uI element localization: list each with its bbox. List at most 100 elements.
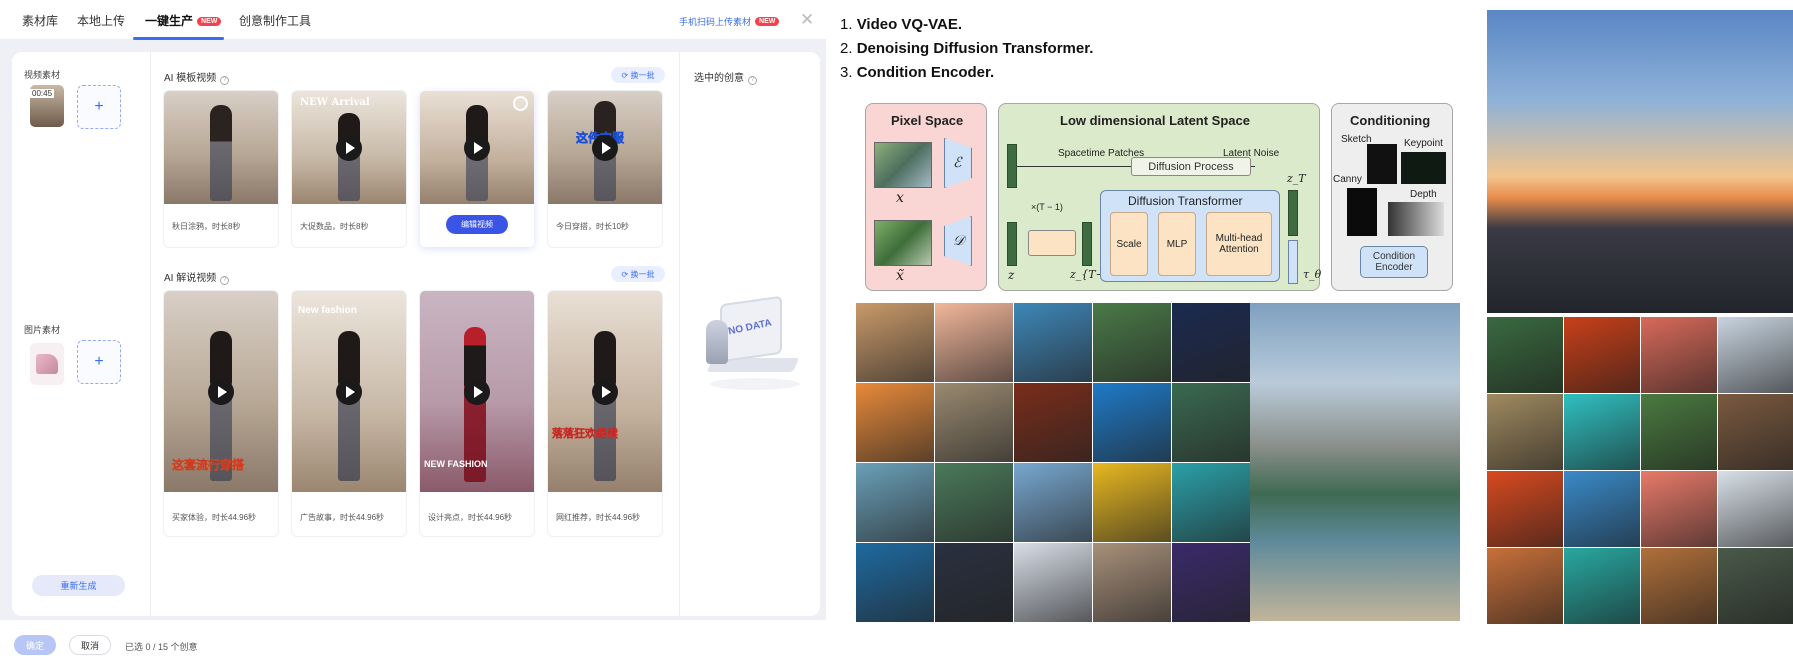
tab-one-click-production[interactable]: 一键生产 NEW <box>145 12 222 29</box>
help-icon[interactable]: ? <box>220 76 230 85</box>
step-item: 3. Condition Encoder. <box>840 61 1093 85</box>
play-icon[interactable] <box>336 135 362 161</box>
regenerate-button[interactable]: 重新生成 <box>32 575 125 596</box>
sunset-image <box>1487 10 1793 313</box>
play-icon[interactable] <box>464 135 490 161</box>
footer-bar <box>0 620 826 669</box>
latent-block <box>1007 144 1017 188</box>
condition-encoder-box: Condition Encoder <box>1360 246 1428 278</box>
large-sample-image <box>1250 303 1460 621</box>
swap-batch-button[interactable]: ⟳ 换一批 <box>611 67 665 83</box>
video-material-label: 视频素材 <box>24 70 61 80</box>
symbol-tau: τ_θ <box>1303 268 1322 281</box>
edit-video-button[interactable]: 编辑视频 <box>446 215 508 234</box>
refresh-icon: ⟳ <box>621 269 631 279</box>
swap-batch-button[interactable]: ⟳ 换一批 <box>611 266 665 282</box>
sample-thumbnail <box>1093 383 1171 462</box>
generated-thumbnail <box>1718 471 1793 547</box>
generated-thumbnail <box>1641 548 1717 624</box>
generated-thumbnail <box>1641 394 1717 470</box>
sample-thumbnail <box>935 463 1013 542</box>
scan-upload-link[interactable]: 手机扫码上传素材 NEW <box>679 15 780 28</box>
model-figure <box>594 331 616 481</box>
conditioning-title: Conditioning <box>1350 113 1431 128</box>
tab-label: 一键生产 <box>145 14 194 28</box>
play-icon[interactable] <box>592 379 618 405</box>
latent-block <box>1007 222 1017 266</box>
close-icon[interactable]: ✕ <box>800 10 814 30</box>
image-material-label: 图片素材 <box>24 325 61 335</box>
step-item: 1. Video VQ-VAE. <box>840 13 1093 37</box>
divider <box>150 52 151 616</box>
swap-label: 换一批 <box>630 70 655 80</box>
help-icon[interactable]: ? <box>220 276 230 285</box>
tab-material-library[interactable]: 素材库 <box>22 12 58 29</box>
card-caption: 设计亮点，时长44.96秒 <box>428 513 513 522</box>
play-icon[interactable] <box>464 379 490 405</box>
sample-thumbnail <box>856 383 934 462</box>
step-list: 1. Video VQ-VAE. 2. Denoising Diffusion … <box>840 13 1093 85</box>
repeat-label: ×(T − 1) <box>1031 202 1063 212</box>
step-text: Video VQ-VAE. <box>856 16 962 33</box>
sample-thumbnail <box>1093 543 1171 622</box>
sample-thumbnail <box>1014 463 1092 542</box>
latent-block <box>1288 190 1298 236</box>
generated-thumbnail <box>1487 548 1563 624</box>
video-thumbnail: 落落狂欢继续 <box>548 291 662 492</box>
video-thumbnail <box>420 91 534 204</box>
template-card-hovered[interactable]: 编辑视频 <box>420 91 534 247</box>
generated-thumbnail <box>1564 548 1640 624</box>
tab-local-upload[interactable]: 本地上传 <box>77 12 125 29</box>
model-figure <box>210 105 232 201</box>
diffusion-transformer-title: Diffusion Transformer <box>1128 194 1243 208</box>
illustration-shadow <box>710 378 800 390</box>
sample-thumbnail <box>1172 463 1250 542</box>
add-video-button[interactable]: + <box>77 85 121 129</box>
keypoint-thumb <box>1401 152 1446 184</box>
narration-card[interactable]: 这套流行穿搭 买家体验，时长44.96秒 <box>164 291 278 536</box>
help-icon[interactable]: ? <box>748 76 757 85</box>
symbol-xhat: x̃ <box>896 268 904 284</box>
cancel-button[interactable]: 取消 <box>69 635 111 655</box>
card-caption: 广告故事，时长44.96秒 <box>300 513 385 522</box>
narration-card[interactable]: NEW FASHION 设计亮点，时长44.96秒 <box>420 291 534 536</box>
swap-label: 换一批 <box>630 269 655 279</box>
step-item: 2. Denoising Diffusion Transformer. <box>840 37 1093 61</box>
play-icon[interactable] <box>336 379 362 405</box>
template-card[interactable]: 秋日涂鸦，时长8秒 <box>164 91 278 247</box>
sample-thumbnail <box>935 383 1013 462</box>
step-text: Denoising Diffusion Transformer. <box>856 40 1094 57</box>
image-material-thumbnail[interactable] <box>30 343 64 385</box>
sample-thumbnail <box>1093 303 1171 382</box>
overlay-text: NEW Arrival <box>300 97 370 108</box>
generated-thumbnail <box>1641 317 1717 393</box>
narration-card[interactable]: 落落狂欢继续 网红推荐，时长44.96秒 <box>548 291 662 536</box>
selected-ideas-title: 选中的创意? <box>694 69 757 85</box>
overlay-text: NEW FASHION <box>424 459 488 469</box>
video-thumbnail <box>164 91 278 204</box>
confirm-button[interactable]: 确定 <box>14 635 56 655</box>
generated-gallery <box>1486 0 1793 669</box>
no-data-illustration: NO DATA <box>700 295 804 398</box>
narration-card[interactable]: New fashion 广告故事，时长44.96秒 <box>292 291 406 536</box>
attention-block: Multi-head Attention <box>1206 212 1272 276</box>
new-badge: NEW <box>197 17 222 26</box>
tab-creative-tools[interactable]: 创意制作工具 <box>239 12 311 29</box>
play-icon[interactable] <box>592 135 618 161</box>
step-number: 3. <box>840 64 853 81</box>
top-nav: 素材库 本地上传 一键生产 NEW 创意制作工具 手机扫码上传素材 NEW ✕ <box>0 0 826 40</box>
symbol-z: z <box>1008 268 1015 282</box>
template-card[interactable]: 这件衣服 今日穿搭，时长10秒 <box>548 91 662 247</box>
add-image-button[interactable]: + <box>77 340 121 384</box>
presentation-slide: 1. Video VQ-VAE. 2. Denoising Diffusion … <box>826 0 1486 669</box>
input-frames <box>874 142 932 188</box>
divider <box>679 52 680 616</box>
template-card[interactable]: NEW Arrival 大促数品，时长8秒 <box>292 91 406 247</box>
symbol-zT: z_T <box>1287 172 1306 185</box>
boot-image <box>36 354 58 374</box>
play-icon[interactable] <box>208 379 234 405</box>
token-stack <box>1028 230 1076 256</box>
generated-thumbnail <box>1718 548 1793 624</box>
section-title-text: AI 模板视频 <box>164 73 217 84</box>
select-checkbox[interactable] <box>513 96 528 111</box>
